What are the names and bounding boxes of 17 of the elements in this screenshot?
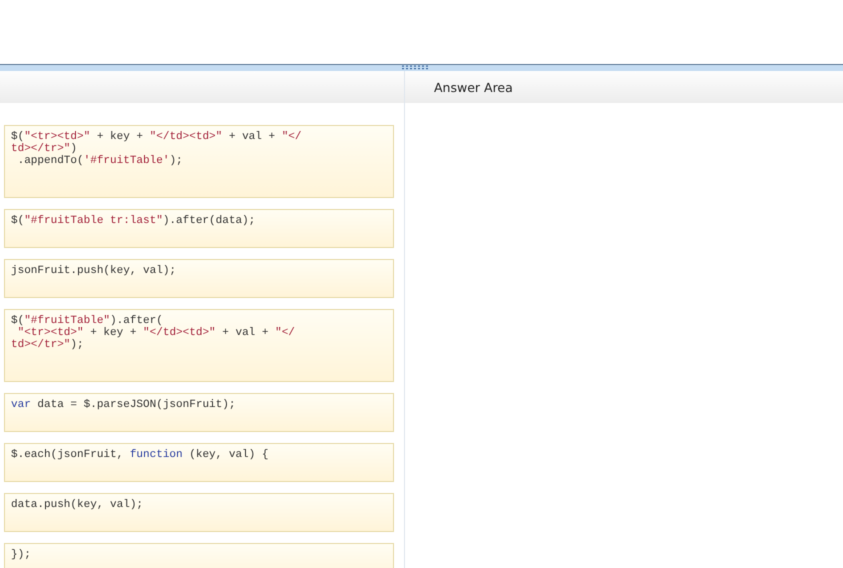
- answer-area-title: Answer Area: [434, 80, 513, 94]
- code-snippet: data.push(key, val);: [11, 499, 144, 513]
- code-card[interactable]: data.push(key, val);: [4, 493, 394, 532]
- code-snippet: $("#fruitTable tr:last").after(data);: [11, 215, 256, 229]
- code-card[interactable]: $("#fruitTable tr:last").after(data);: [4, 209, 394, 248]
- code-card[interactable]: $("<tr><td>" + key + "</td><td>" + val + "</ td></tr>") .appendTo('#fruitTable');: [4, 125, 394, 198]
- code-card[interactable]: var data = $.parseJSON(jsonFruit);: [4, 393, 394, 432]
- code-snippet: jsonFruit.push(key, val);: [11, 265, 178, 279]
- code-card[interactable]: jsonFruit.push(key, val);: [4, 259, 394, 298]
- code-snippet: var data = $.parseJSON(jsonFruit);: [11, 399, 236, 413]
- code-card[interactable]: });: [4, 543, 394, 568]
- code-snippet: });: [11, 549, 32, 563]
- code-snippet: $("<tr><td>" + key + "</td><td>" + val + "</ td></tr>") .appendTo('#fruitTable');: [11, 131, 302, 169]
- code-card[interactable]: $("#fruitTable").after( "<tr><td>" + key + "</td><td>" + val + "</ td></tr>");: [4, 309, 394, 382]
- code-snippet: $.each(jsonFruit, function (key, val) {: [11, 449, 270, 463]
- code-snippet: $("#fruitTable").after( "<tr><td>" + key + "</td><td>" + val + "</ td></tr>");: [11, 315, 296, 353]
- code-card[interactable]: $.each(jsonFruit, function (key, val) {: [4, 443, 394, 482]
